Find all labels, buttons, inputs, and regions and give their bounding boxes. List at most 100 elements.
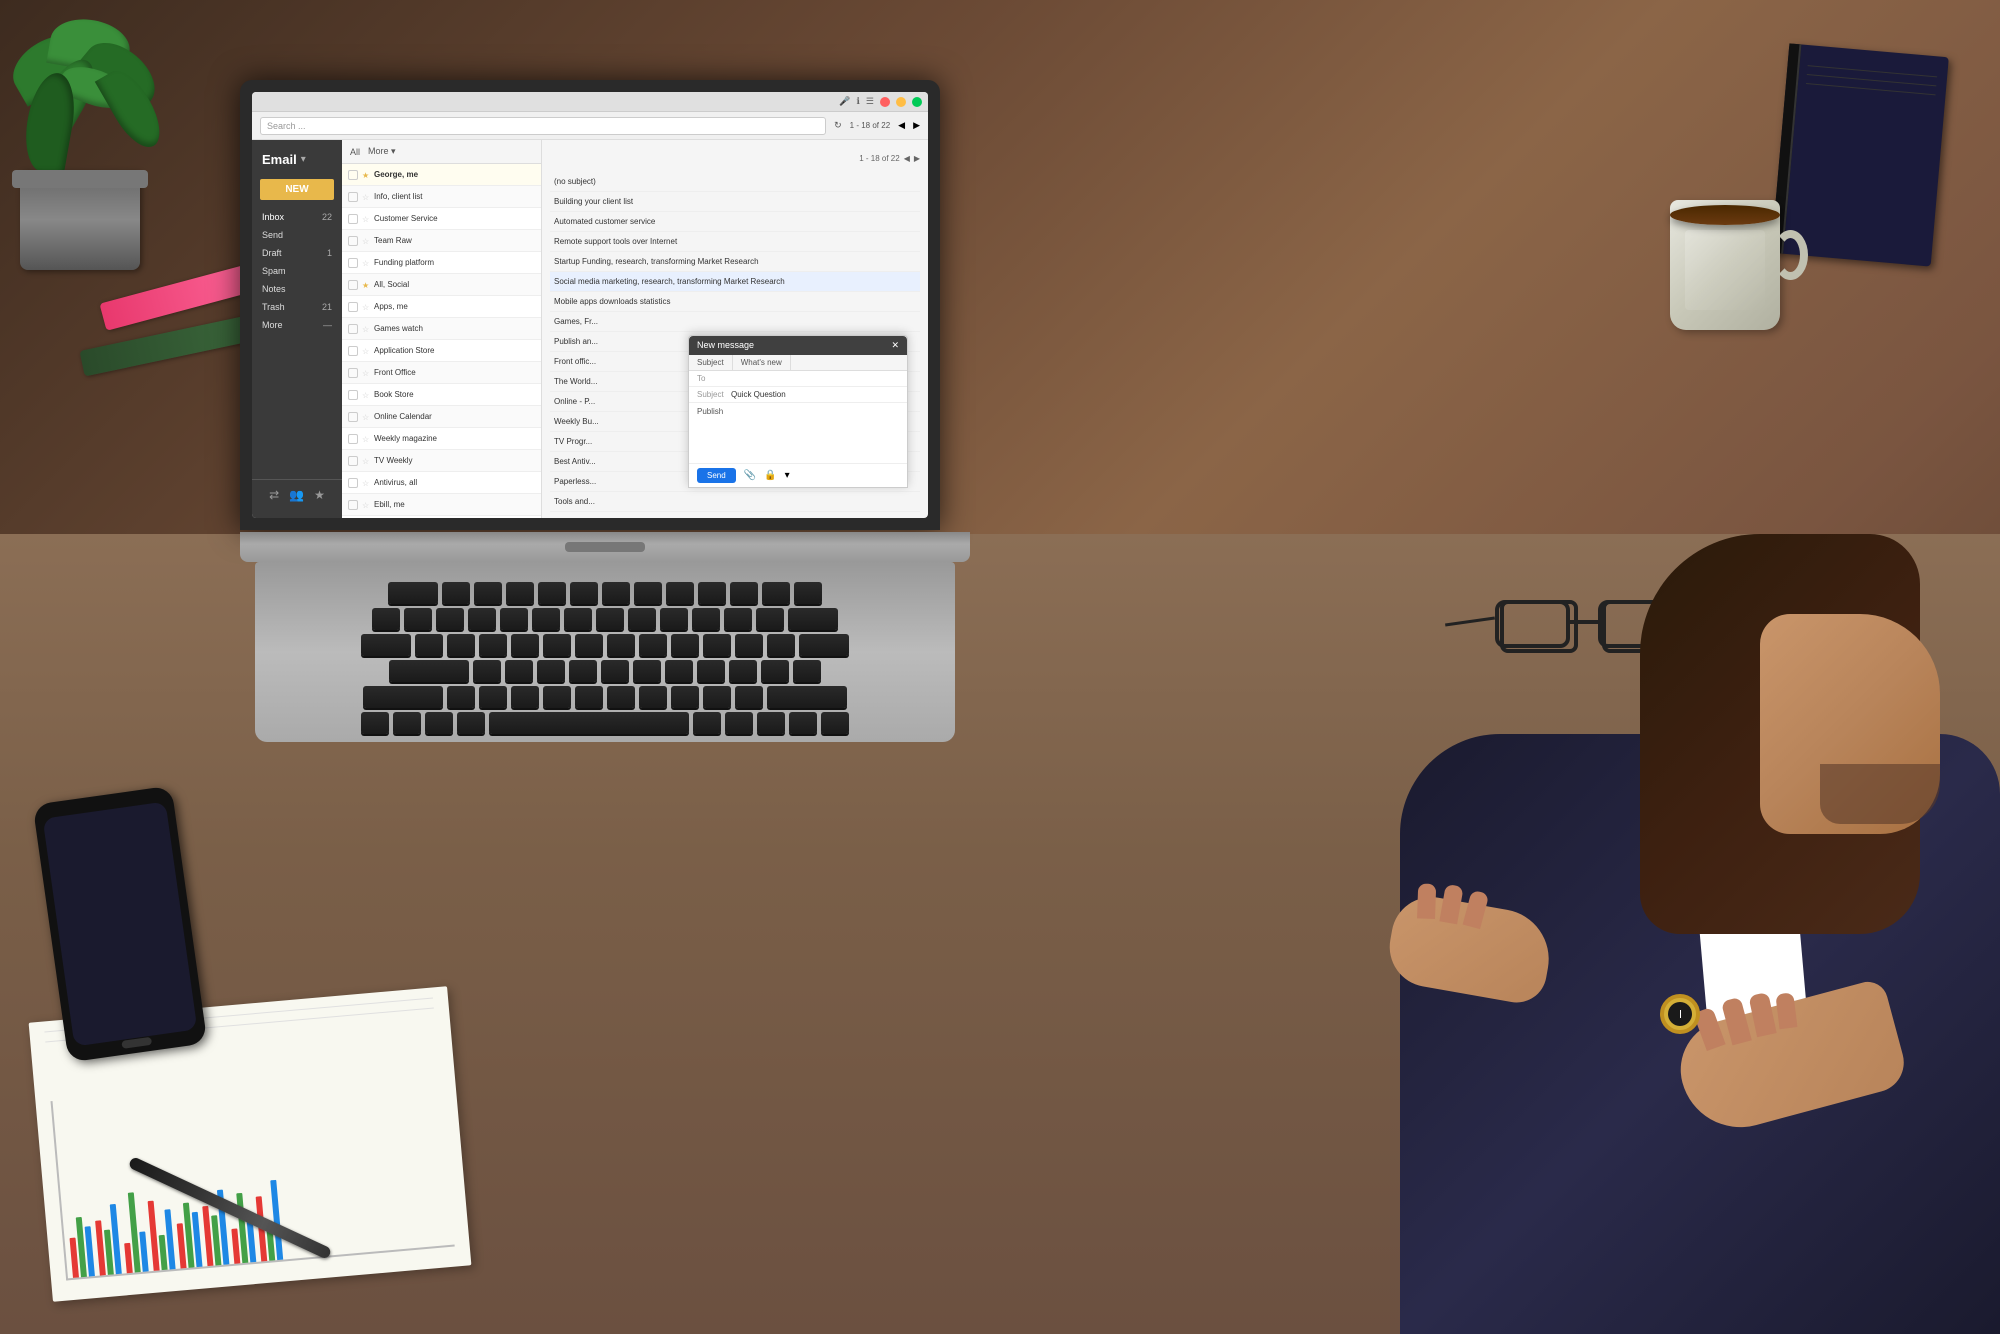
key-arrow-right[interactable] — [821, 712, 849, 734]
key-u[interactable] — [607, 634, 635, 656]
key-q[interactable] — [415, 634, 443, 656]
key-cmd-left[interactable] — [457, 712, 485, 734]
key-delete[interactable] — [788, 608, 838, 630]
key-f10[interactable] — [730, 582, 758, 604]
compose-subject-field[interactable]: Subject Quick Question — [689, 387, 907, 403]
email-list-item[interactable]: ★ All, Social — [342, 274, 541, 296]
new-email-button[interactable]: NEW — [260, 179, 334, 200]
email-list-item[interactable]: ☆ Account manager — [342, 516, 541, 518]
key-f9[interactable] — [698, 582, 726, 604]
email-list-item[interactable]: ☆ Front Office — [342, 362, 541, 384]
key-i[interactable] — [639, 634, 667, 656]
compose-body[interactable]: Publish — [689, 403, 907, 463]
key-shift-left[interactable] — [363, 686, 443, 708]
star-icon[interactable]: ☆ — [362, 347, 370, 355]
key-a[interactable] — [473, 660, 501, 682]
star-icon[interactable]: ☆ — [362, 259, 370, 267]
email-list-item[interactable]: ☆ Apps, me — [342, 296, 541, 318]
key-l[interactable] — [729, 660, 757, 682]
email-list-item[interactable]: ☆ Customer Service — [342, 208, 541, 230]
key-ctrl[interactable] — [393, 712, 421, 734]
email-list-item[interactable]: ☆ TV Weekly — [342, 450, 541, 472]
email-application[interactable]: 🎤 ℹ ☰ Search ... ↻ 1 - 18 of 22 ◀ ▶ — [252, 92, 928, 518]
refresh-icon[interactable]: ↻ — [834, 120, 842, 131]
key-4[interactable] — [500, 608, 528, 630]
key-s[interactable] — [505, 660, 533, 682]
email-checkbox[interactable] — [348, 258, 358, 268]
email-list-item[interactable]: ☆ Games watch — [342, 318, 541, 340]
prev-page-button[interactable]: ◀ — [898, 120, 905, 131]
key-alt[interactable] — [425, 712, 453, 734]
key-n[interactable] — [607, 686, 635, 708]
email-row[interactable]: (no subject) — [550, 172, 920, 192]
sidebar-item-send[interactable]: Send — [252, 226, 342, 244]
star-icon[interactable]: ☆ — [362, 457, 370, 465]
email-row[interactable]: Tools and... — [550, 492, 920, 512]
email-list-item[interactable]: ☆ Funding platform — [342, 252, 541, 274]
key-h[interactable] — [633, 660, 661, 682]
key-w[interactable] — [447, 634, 475, 656]
key-f2[interactable] — [474, 582, 502, 604]
key-f7[interactable] — [634, 582, 662, 604]
star-icon[interactable]: ☆ — [362, 435, 370, 443]
key-space[interactable] — [489, 712, 689, 734]
key-3[interactable] — [468, 608, 496, 630]
email-row[interactable]: Mobile apps downloads statistics — [550, 292, 920, 312]
key-caps[interactable] — [389, 660, 469, 682]
sidebar-item-spam[interactable]: Spam — [252, 262, 342, 280]
key-9[interactable] — [660, 608, 688, 630]
key-f[interactable] — [569, 660, 597, 682]
email-row[interactable]: Luxury H... — [550, 512, 920, 518]
email-list-item[interactable]: ☆ Info, client list — [342, 186, 541, 208]
email-row[interactable]: Building your client list — [550, 192, 920, 212]
star-icon[interactable]: ★ — [362, 281, 370, 289]
format-dropdown-icon[interactable]: ▾ — [785, 470, 790, 481]
email-list-item[interactable]: ☆ Ebill, me — [342, 494, 541, 516]
search-bar[interactable]: Search ... — [260, 117, 826, 135]
key-c[interactable] — [511, 686, 539, 708]
star-icon[interactable]: ☆ — [362, 391, 370, 399]
email-list-item[interactable]: ☆ Book Store — [342, 384, 541, 406]
key-arrow-down[interactable] — [789, 712, 817, 734]
key-2[interactable] — [436, 608, 464, 630]
star-icon[interactable]: ☆ — [362, 215, 370, 223]
email-checkbox[interactable] — [348, 500, 358, 510]
key-1[interactable] — [404, 608, 432, 630]
key-return[interactable] — [799, 634, 849, 656]
key-x[interactable] — [479, 686, 507, 708]
star-icon[interactable]: ★ — [362, 171, 370, 179]
title-dropdown-icon[interactable]: ▾ — [301, 154, 306, 165]
email-list-item[interactable]: ★ George, me — [342, 164, 541, 186]
key-backtick[interactable] — [372, 608, 400, 630]
email-checkbox[interactable] — [348, 192, 358, 202]
next-icon[interactable]: ▶ — [914, 154, 920, 163]
star-icon[interactable]: ☆ — [362, 413, 370, 421]
email-list-item[interactable]: ☆ Antivirus, all — [342, 472, 541, 494]
key-f12[interactable] — [794, 582, 822, 604]
key-g[interactable] — [601, 660, 629, 682]
key-e[interactable] — [479, 634, 507, 656]
key-y[interactable] — [575, 634, 603, 656]
key-p[interactable] — [703, 634, 731, 656]
key-period[interactable] — [703, 686, 731, 708]
sidebar-item-trash[interactable]: Trash 21 — [252, 298, 342, 316]
sidebar-item-draft[interactable]: Draft 1 — [252, 244, 342, 262]
key-f5[interactable] — [570, 582, 598, 604]
key-bracket-open[interactable] — [735, 634, 763, 656]
key-f6[interactable] — [602, 582, 630, 604]
key-t[interactable] — [543, 634, 571, 656]
key-o[interactable] — [671, 634, 699, 656]
email-checkbox[interactable] — [348, 478, 358, 488]
next-page-button[interactable]: ▶ — [913, 120, 920, 131]
email-list-item[interactable]: ☆ Online Calendar — [342, 406, 541, 428]
key-d[interactable] — [537, 660, 565, 682]
email-list-item[interactable]: ☆ Application Store — [342, 340, 541, 362]
key-arrow-left[interactable] — [725, 712, 753, 734]
key-0[interactable] — [692, 608, 720, 630]
sidebar-item-more[interactable]: More — — [252, 316, 342, 334]
email-checkbox[interactable] — [348, 412, 358, 422]
star-icon[interactable]: ☆ — [362, 237, 370, 245]
sidebar-item-notes[interactable]: Notes — [252, 280, 342, 298]
email-row[interactable]: Social media marketing, research, transf… — [550, 272, 920, 292]
star-icon[interactable]: ☆ — [362, 479, 370, 487]
